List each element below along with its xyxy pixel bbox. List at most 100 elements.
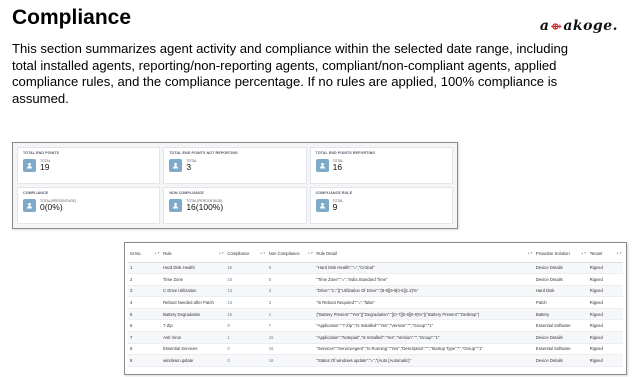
- table-cell: Battery Degradation: [161, 308, 226, 321]
- table-cell: Device Details: [533, 273, 588, 286]
- table-cell: Essential Software: [533, 343, 588, 356]
- column-header[interactable]: Rule Detail ▲▼: [314, 245, 534, 263]
- column-header[interactable]: Rule ▲▼: [161, 245, 226, 263]
- table-cell: Rigved: [587, 319, 623, 333]
- table-cell: 5: [128, 308, 162, 321]
- table-row[interactable]: 7 Anti Virus 1 15 "Application":"Notepad","I…: [128, 331, 623, 344]
- table-cell: Rigved: [587, 343, 623, 356]
- card-value: 3: [186, 162, 192, 172]
- card-value: 19: [40, 162, 50, 172]
- table-cell: 16: [266, 343, 315, 356]
- sort-icon[interactable]: ▲▼: [616, 251, 622, 255]
- table-row[interactable]: 3C Drive Utilization 13 3 "Drive":"C:"}{"Ut…: [128, 285, 623, 298]
- table-cell: Anti Virus: [161, 331, 226, 344]
- table-cell: 7-Zip: [161, 319, 226, 333]
- table-cell: 0: [266, 273, 315, 286]
- table-cell: Patch: [533, 296, 588, 309]
- card-title: TOTAL END POINTS NOT REPORTING: [169, 151, 238, 155]
- table-cell: 15: [225, 308, 267, 321]
- table-cell: Hard Disk Health: [161, 262, 226, 275]
- card-value: 0(0%): [40, 202, 63, 212]
- table-cell: 7: [128, 331, 162, 344]
- card-title: NON COMPLIANCE: [169, 191, 204, 195]
- card-value: 16: [332, 162, 343, 172]
- table-row[interactable]: 2 Time Zone 16 0 "Time Zone":"=","India Stan…: [128, 273, 623, 286]
- card-title: TOTAL END POINTS: [23, 151, 60, 155]
- column-header[interactable]: Sr.No. ▲▼: [128, 245, 162, 263]
- table-cell: windows update: [161, 354, 226, 367]
- summary-card[interactable]: COMPLIANCE TOTAL(PERCENTAGE) 0(0%): [17, 187, 161, 224]
- table-cell: Hard Disk: [533, 285, 588, 298]
- column-header[interactable]: Proactive Solution ▲▼: [533, 245, 588, 263]
- table-cell: Reboot Needed after Patch: [161, 296, 226, 309]
- page-title: Compliance: [12, 6, 132, 29]
- sort-icon[interactable]: ▲▼: [581, 251, 587, 255]
- table-cell: 16: [266, 354, 315, 367]
- table-cell: 1: [266, 308, 315, 321]
- compliance-rules-table: Sr.No. ▲▼ Rule ▲▼ Compliance ▲▼ Non Compliance…: [128, 245, 623, 367]
- summary-card[interactable]: TOTAL END POINTS REPORTING TOTAL 16: [309, 147, 453, 184]
- table-cell: Device Details: [533, 331, 588, 344]
- table-cell: Rigved: [587, 273, 623, 286]
- summary-cards-panel: TOTAL END POINTS TOTAL 19 TOTAL END POINTS …: [12, 142, 458, 229]
- table-cell: Rigved: [587, 262, 623, 275]
- summary-card[interactable]: COMPLIANCE RULE TOTAL 9: [309, 187, 453, 224]
- user-icon: [169, 199, 183, 212]
- table-cell: 13: [225, 285, 267, 298]
- table-row[interactable]: 5 Battery Degradation 15 1 {"Battery Present…: [128, 308, 623, 321]
- sort-icon[interactable]: ▲▼: [527, 251, 533, 255]
- table-cell: 1: [225, 331, 267, 344]
- summary-card[interactable]: NON COMPLIANCE TOTAL(PERCENTAGE) 16(100%): [163, 187, 307, 224]
- compliance-rules-table-panel: Sr.No. ▲▼ Rule ▲▼ Compliance ▲▼ Non Compliance…: [124, 242, 627, 375]
- table-row[interactable]: 9 windows update 0 16 "Status Of windows upd…: [128, 354, 623, 367]
- table-cell: 3: [128, 285, 162, 298]
- summary-card[interactable]: TOTAL END POINTS NOT REPORTING TOTAL 3: [163, 147, 307, 184]
- table-cell: 2: [128, 273, 162, 286]
- table-cell: 15: [266, 331, 315, 344]
- summary-card[interactable]: TOTAL END POINTS TOTAL 19: [17, 147, 161, 184]
- table-cell: {"Battery Present":"Yes"}{"Degradation":…: [314, 308, 534, 321]
- table-cell: Battery: [533, 308, 588, 321]
- table-cell: "Services":"ServiceAgent","Is Running":"…: [314, 343, 534, 356]
- table-cell: Device Details: [533, 262, 588, 275]
- table-cell: 16: [225, 273, 267, 286]
- card-value: 16(100%): [186, 202, 224, 212]
- table-cell: Time Zone: [161, 273, 226, 286]
- table-cell: "Status Of windows update":"=","(Auto [A…: [314, 354, 534, 367]
- table-cell: Rigved: [587, 308, 623, 321]
- sort-icon[interactable]: ▲▼: [260, 251, 266, 255]
- table-cell: 16: [225, 262, 267, 275]
- table-cell: 9: [225, 319, 267, 333]
- table-row[interactable]: 6 7-Zip 9 7 "Application":"7-Zip","Is Instal…: [128, 319, 623, 333]
- table-cell: C Drive Utilization: [161, 285, 226, 298]
- card-title: TOTAL END POINTS REPORTING: [315, 151, 376, 155]
- table-cell: "Application":"Notepad","Is Installed":"…: [314, 331, 534, 344]
- column-header[interactable]: Compliance ▲▼: [225, 245, 267, 263]
- table-cell: Essential Services: [161, 343, 226, 356]
- table-cell: 7: [266, 319, 315, 333]
- table-cell: 0: [266, 262, 315, 275]
- table-row[interactable]: 4 Reboot Needed after Patch 13 3 "Is Reboot …: [128, 296, 623, 309]
- card-value: 9: [332, 202, 338, 212]
- table-cell: "Time Zone":"=","India Standard Time": [314, 273, 534, 286]
- card-title: COMPLIANCE RULE: [315, 191, 353, 195]
- table-cell: "Application":"7-Zip","Is Installed":"Ye…: [314, 319, 534, 333]
- table-cell: Rigved: [587, 285, 623, 298]
- table-row[interactable]: 1 Hard Disk Health 16 0 "Hard Disk Health":"…: [128, 262, 623, 275]
- table-cell: "Hard Disk Health":"=","Critical": [314, 262, 534, 275]
- table-cell: 9: [128, 354, 162, 367]
- column-header[interactable]: Non Compliance ▲▼: [266, 245, 315, 263]
- column-header[interactable]: Tenant ▲▼: [587, 245, 623, 263]
- sort-icon[interactable]: ▲▼: [307, 251, 313, 255]
- table-row[interactable]: 8 Essential Services 0 16 "Services":"Servic…: [128, 343, 623, 356]
- table-cell: Essential Software: [533, 319, 588, 333]
- table-cell: "Is Reboot Required":"=","false": [314, 296, 534, 309]
- user-icon: [169, 159, 183, 172]
- table-cell: 1: [128, 262, 162, 275]
- table-cell: 3: [266, 296, 315, 309]
- table-cell: Device Details: [533, 354, 588, 367]
- sort-icon[interactable]: ▲▼: [218, 251, 224, 255]
- section-description: This section summarizes agent activity a…: [12, 41, 569, 106]
- user-icon: [23, 199, 36, 212]
- sort-icon[interactable]: ▲▼: [154, 251, 160, 255]
